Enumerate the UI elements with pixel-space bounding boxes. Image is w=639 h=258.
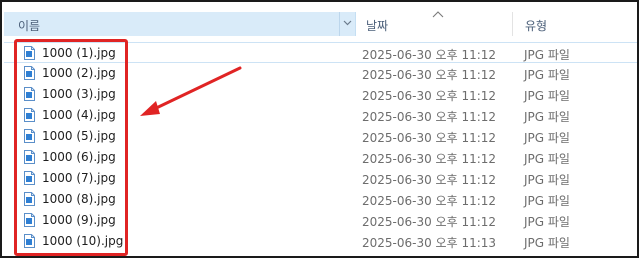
sort-caret-icon bbox=[432, 11, 444, 18]
column-header: 이름 날짜 유형 bbox=[4, 8, 637, 38]
file-date: 2025-06-30 오후 11:12 bbox=[362, 110, 497, 124]
column-header-name[interactable]: 이름 bbox=[4, 12, 356, 36]
file-date: 2025-06-30 오후 11:12 bbox=[362, 194, 497, 208]
file-date: 2025-06-30 오후 11:12 bbox=[362, 173, 497, 187]
file-type: JPG 파일 bbox=[524, 236, 570, 250]
file-type: JPG 파일 bbox=[524, 194, 570, 208]
annotation-arrow-icon bbox=[140, 66, 242, 116]
file-type: JPG 파일 bbox=[524, 173, 570, 187]
file-date: 2025-06-30 오후 11:12 bbox=[362, 48, 497, 62]
highlight-box bbox=[14, 39, 128, 256]
file-type: JPG 파일 bbox=[524, 110, 570, 124]
file-type: JPG 파일 bbox=[524, 68, 570, 82]
column-name-label: 이름 bbox=[18, 19, 41, 33]
column-type-label: 유형 bbox=[525, 19, 548, 33]
file-date: 2025-06-30 오후 11:12 bbox=[362, 131, 497, 145]
column-date-label: 날짜 bbox=[366, 19, 389, 33]
file-type: JPG 파일 bbox=[524, 152, 570, 166]
file-type: JPG 파일 bbox=[524, 48, 570, 62]
file-date: 2025-06-30 오후 11:12 bbox=[362, 152, 497, 166]
file-date: 2025-06-30 오후 11:13 bbox=[362, 236, 497, 250]
column-dropdown-button[interactable] bbox=[339, 12, 355, 36]
column-divider[interactable] bbox=[512, 12, 513, 36]
explorer-window: 이름 날짜 유형 1000 (1).jpg 2025-06-30 오후 11:1… bbox=[0, 0, 639, 258]
file-date: 2025-06-30 오후 11:12 bbox=[362, 89, 497, 103]
file-date: 2025-06-30 오후 11:12 bbox=[362, 68, 497, 82]
chevron-down-icon bbox=[343, 20, 352, 26]
file-type: JPG 파일 bbox=[524, 215, 570, 229]
file-type: JPG 파일 bbox=[524, 131, 570, 145]
file-type: JPG 파일 bbox=[524, 89, 570, 103]
file-date: 2025-06-30 오후 11:12 bbox=[362, 215, 497, 229]
